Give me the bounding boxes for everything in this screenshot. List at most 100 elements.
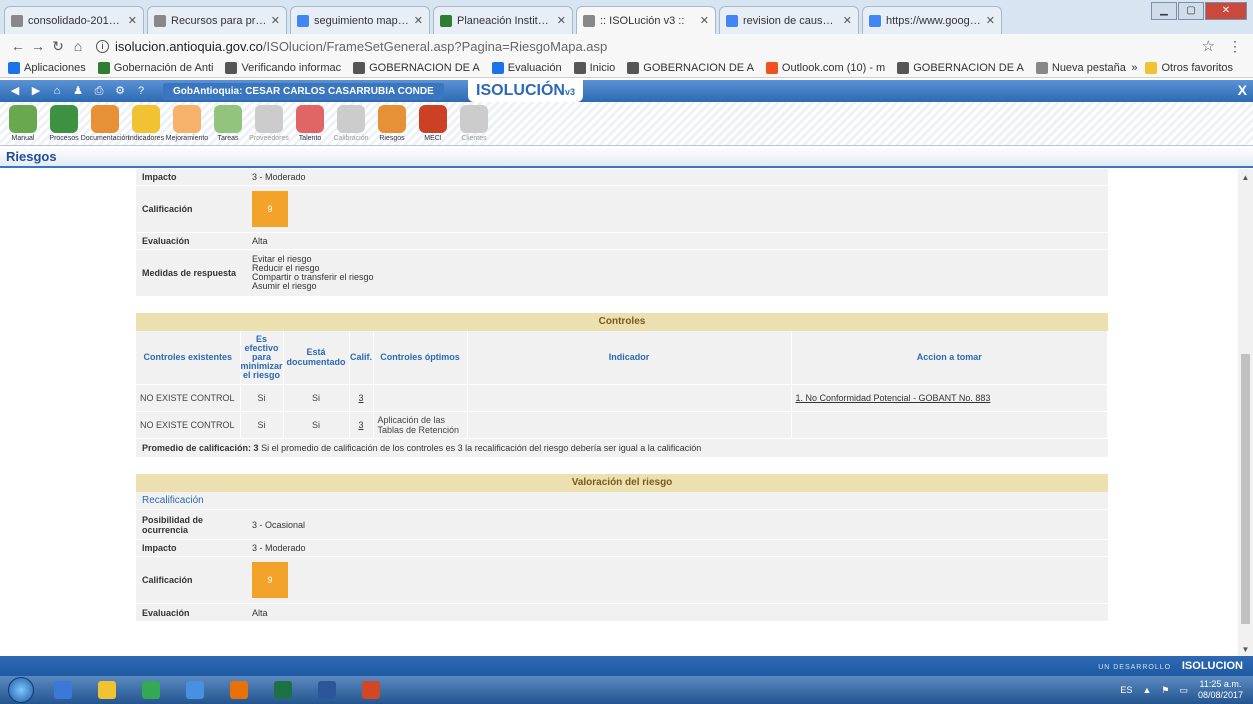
- clock[interactable]: 11:25 a.m. 08/08/2017: [1198, 679, 1243, 701]
- bookmark-item[interactable]: Evaluación: [491, 61, 562, 74]
- flag-icon[interactable]: ⚑: [1161, 685, 1169, 696]
- bookmark-icon: [627, 61, 640, 74]
- user-icon[interactable]: ♟: [69, 83, 87, 99]
- reload-icon[interactable]: ↻: [48, 38, 68, 55]
- browser-tab[interactable]: Recursos para presentac ✕: [147, 6, 287, 34]
- minimize-icon[interactable]: ▁: [1151, 2, 1177, 20]
- module-icon: [419, 105, 447, 133]
- bookmark-other-favorites[interactable]: Otros favoritos: [1145, 61, 1233, 74]
- back-icon[interactable]: ←: [8, 38, 28, 54]
- tab-close-icon[interactable]: ✕: [414, 14, 423, 27]
- start-button-icon[interactable]: [8, 677, 34, 703]
- powerpoint-icon[interactable]: [352, 678, 390, 702]
- bookmark-icon: [8, 61, 20, 74]
- back-arrow-icon[interactable]: ◀: [6, 83, 24, 99]
- bookmark-item[interactable]: Nueva pestaña: [1035, 61, 1126, 74]
- scrollbar-thumb[interactable]: [1241, 354, 1250, 624]
- home-icon[interactable]: ⌂: [48, 83, 66, 99]
- module-toolbar: Manual Procesos Documentación Indicadores Me…: [0, 102, 1253, 146]
- menu-icon[interactable]: ⋮: [1225, 38, 1245, 55]
- browser-tab[interactable]: revision de causas riesgo ✕: [719, 6, 859, 34]
- browser-tab[interactable]: seguimiento mapa de rie ✕: [290, 6, 430, 34]
- forward-icon[interactable]: →: [28, 38, 48, 54]
- app-glyph: [186, 681, 204, 699]
- module-indicadores[interactable]: Indicadores: [127, 102, 165, 145]
- bookmark-label: Nueva pestaña: [1051, 61, 1126, 74]
- language-indicator[interactable]: ES: [1120, 685, 1132, 695]
- module-riesgos[interactable]: Riesgos: [373, 102, 411, 145]
- chrome-icon[interactable]: [132, 678, 170, 702]
- browser-tab[interactable]: https://www.google.com ✕: [862, 6, 1002, 34]
- tab-close-icon[interactable]: ✕: [986, 14, 995, 27]
- module-calibracin[interactable]: Calibración: [332, 102, 370, 145]
- module-procesos[interactable]: Procesos: [45, 102, 83, 145]
- module-talento[interactable]: Talento: [291, 102, 329, 145]
- bookmark-star-icon[interactable]: ☆: [1202, 37, 1215, 55]
- scroll-up-icon[interactable]: ▲: [1238, 173, 1253, 182]
- help-icon[interactable]: ?: [132, 83, 150, 99]
- excel-icon[interactable]: [264, 678, 302, 702]
- module-documentacin[interactable]: Documentación: [81, 102, 129, 145]
- close-window-icon[interactable]: ✕: [1205, 2, 1247, 20]
- module-mejoramiento[interactable]: Mejoramiento: [166, 102, 208, 145]
- valoracion-title: Valoración del riesgo: [136, 474, 1108, 492]
- bookmark-label: Outlook.com (10) - m: [781, 61, 886, 74]
- tab-favicon-icon: [583, 14, 595, 27]
- module-tareas[interactable]: Tareas: [209, 102, 247, 145]
- url-host: isolucion.antioquia.gov.co: [115, 38, 263, 54]
- tray-arrow-icon[interactable]: ▲: [1142, 685, 1151, 695]
- tab-close-icon[interactable]: ✕: [700, 14, 709, 27]
- bookmark-item[interactable]: GOBERNACION DE A: [353, 61, 480, 74]
- word-icon[interactable]: [308, 678, 346, 702]
- windows-taskbar: ES ▲ ⚑ ▭ 11:25 a.m. 08/08/2017: [0, 676, 1253, 704]
- media-icon[interactable]: [44, 678, 82, 702]
- tab-close-icon[interactable]: ✕: [557, 14, 566, 27]
- impacto-label: Impacto: [142, 543, 177, 553]
- bookmarks-more[interactable]: »: [1131, 62, 1137, 74]
- url-field[interactable]: i isolucion.antioquia.gov.co/ISOlucion/F…: [96, 39, 1202, 54]
- ie-icon[interactable]: [176, 678, 214, 702]
- vertical-scrollbar[interactable]: ▲ ▼: [1238, 169, 1253, 656]
- browser-tab[interactable]: :: ISOLución v3 :: ✕: [576, 6, 716, 34]
- maximize-icon[interactable]: ▢: [1178, 2, 1204, 20]
- module-label: Calibración: [333, 135, 369, 142]
- module-meci[interactable]: MECI: [414, 102, 452, 145]
- forward-arrow-icon[interactable]: ▶: [27, 83, 45, 99]
- tab-close-icon[interactable]: ✕: [128, 14, 137, 27]
- module-clientes[interactable]: Clientes: [455, 102, 493, 145]
- bookmark-item[interactable]: Aplicaciones: [8, 61, 86, 74]
- bookmark-item[interactable]: GOBERNACION DE A: [897, 61, 1024, 74]
- bookmark-label: GOBERNACION DE A: [643, 61, 754, 74]
- table-row: NO EXISTE CONTROL Si Si 3 1. No Conformi…: [136, 384, 1108, 412]
- bookmark-item[interactable]: Inicio: [573, 61, 615, 74]
- tab-close-icon[interactable]: ✕: [271, 14, 280, 27]
- medida-item: Compartir o transferir el riesgo: [252, 272, 374, 282]
- posibilidad-label: Posibilidad de ocurrencia: [142, 514, 204, 535]
- home-icon[interactable]: ⌂: [68, 38, 88, 54]
- tab-close-icon[interactable]: ✕: [843, 14, 852, 27]
- cell-accion-link[interactable]: 1. No Conformidad Potencial - GOBANT No.…: [791, 384, 1108, 412]
- bookmark-item[interactable]: Outlook.com (10) - m: [765, 61, 886, 74]
- browser-tab[interactable]: Planeación Institucional ✕: [433, 6, 573, 34]
- cell-efectivo: Si: [240, 411, 284, 439]
- close-app-icon[interactable]: X: [1238, 82, 1247, 98]
- bookmark-icon: [1035, 61, 1048, 74]
- calificacion-label: Calificación: [142, 204, 193, 214]
- bookmark-item[interactable]: GOBERNACION DE A: [627, 61, 754, 74]
- cell-documentado: Si: [283, 384, 350, 412]
- cell-calif-link[interactable]: 3: [349, 411, 374, 439]
- network-icon[interactable]: ▭: [1179, 685, 1188, 696]
- bookmark-item[interactable]: Gobernación de Anti: [97, 61, 213, 74]
- cell-calif-link[interactable]: 3: [349, 384, 374, 412]
- browser-tab[interactable]: consolidado-2017-plan- ✕: [4, 6, 144, 34]
- explorer-icon[interactable]: [88, 678, 126, 702]
- tab-favicon-icon: [154, 14, 166, 27]
- settings-icon[interactable]: ⚙: [111, 83, 129, 99]
- firefox-icon[interactable]: [220, 678, 258, 702]
- bookmark-item[interactable]: Verificando informac: [225, 61, 341, 74]
- module-manual[interactable]: Manual: [4, 102, 42, 145]
- info-icon[interactable]: i: [96, 39, 109, 53]
- print-icon[interactable]: ⎙: [90, 83, 108, 99]
- scroll-down-icon[interactable]: ▼: [1238, 645, 1253, 654]
- module-proveedores[interactable]: Proveedores: [249, 102, 289, 145]
